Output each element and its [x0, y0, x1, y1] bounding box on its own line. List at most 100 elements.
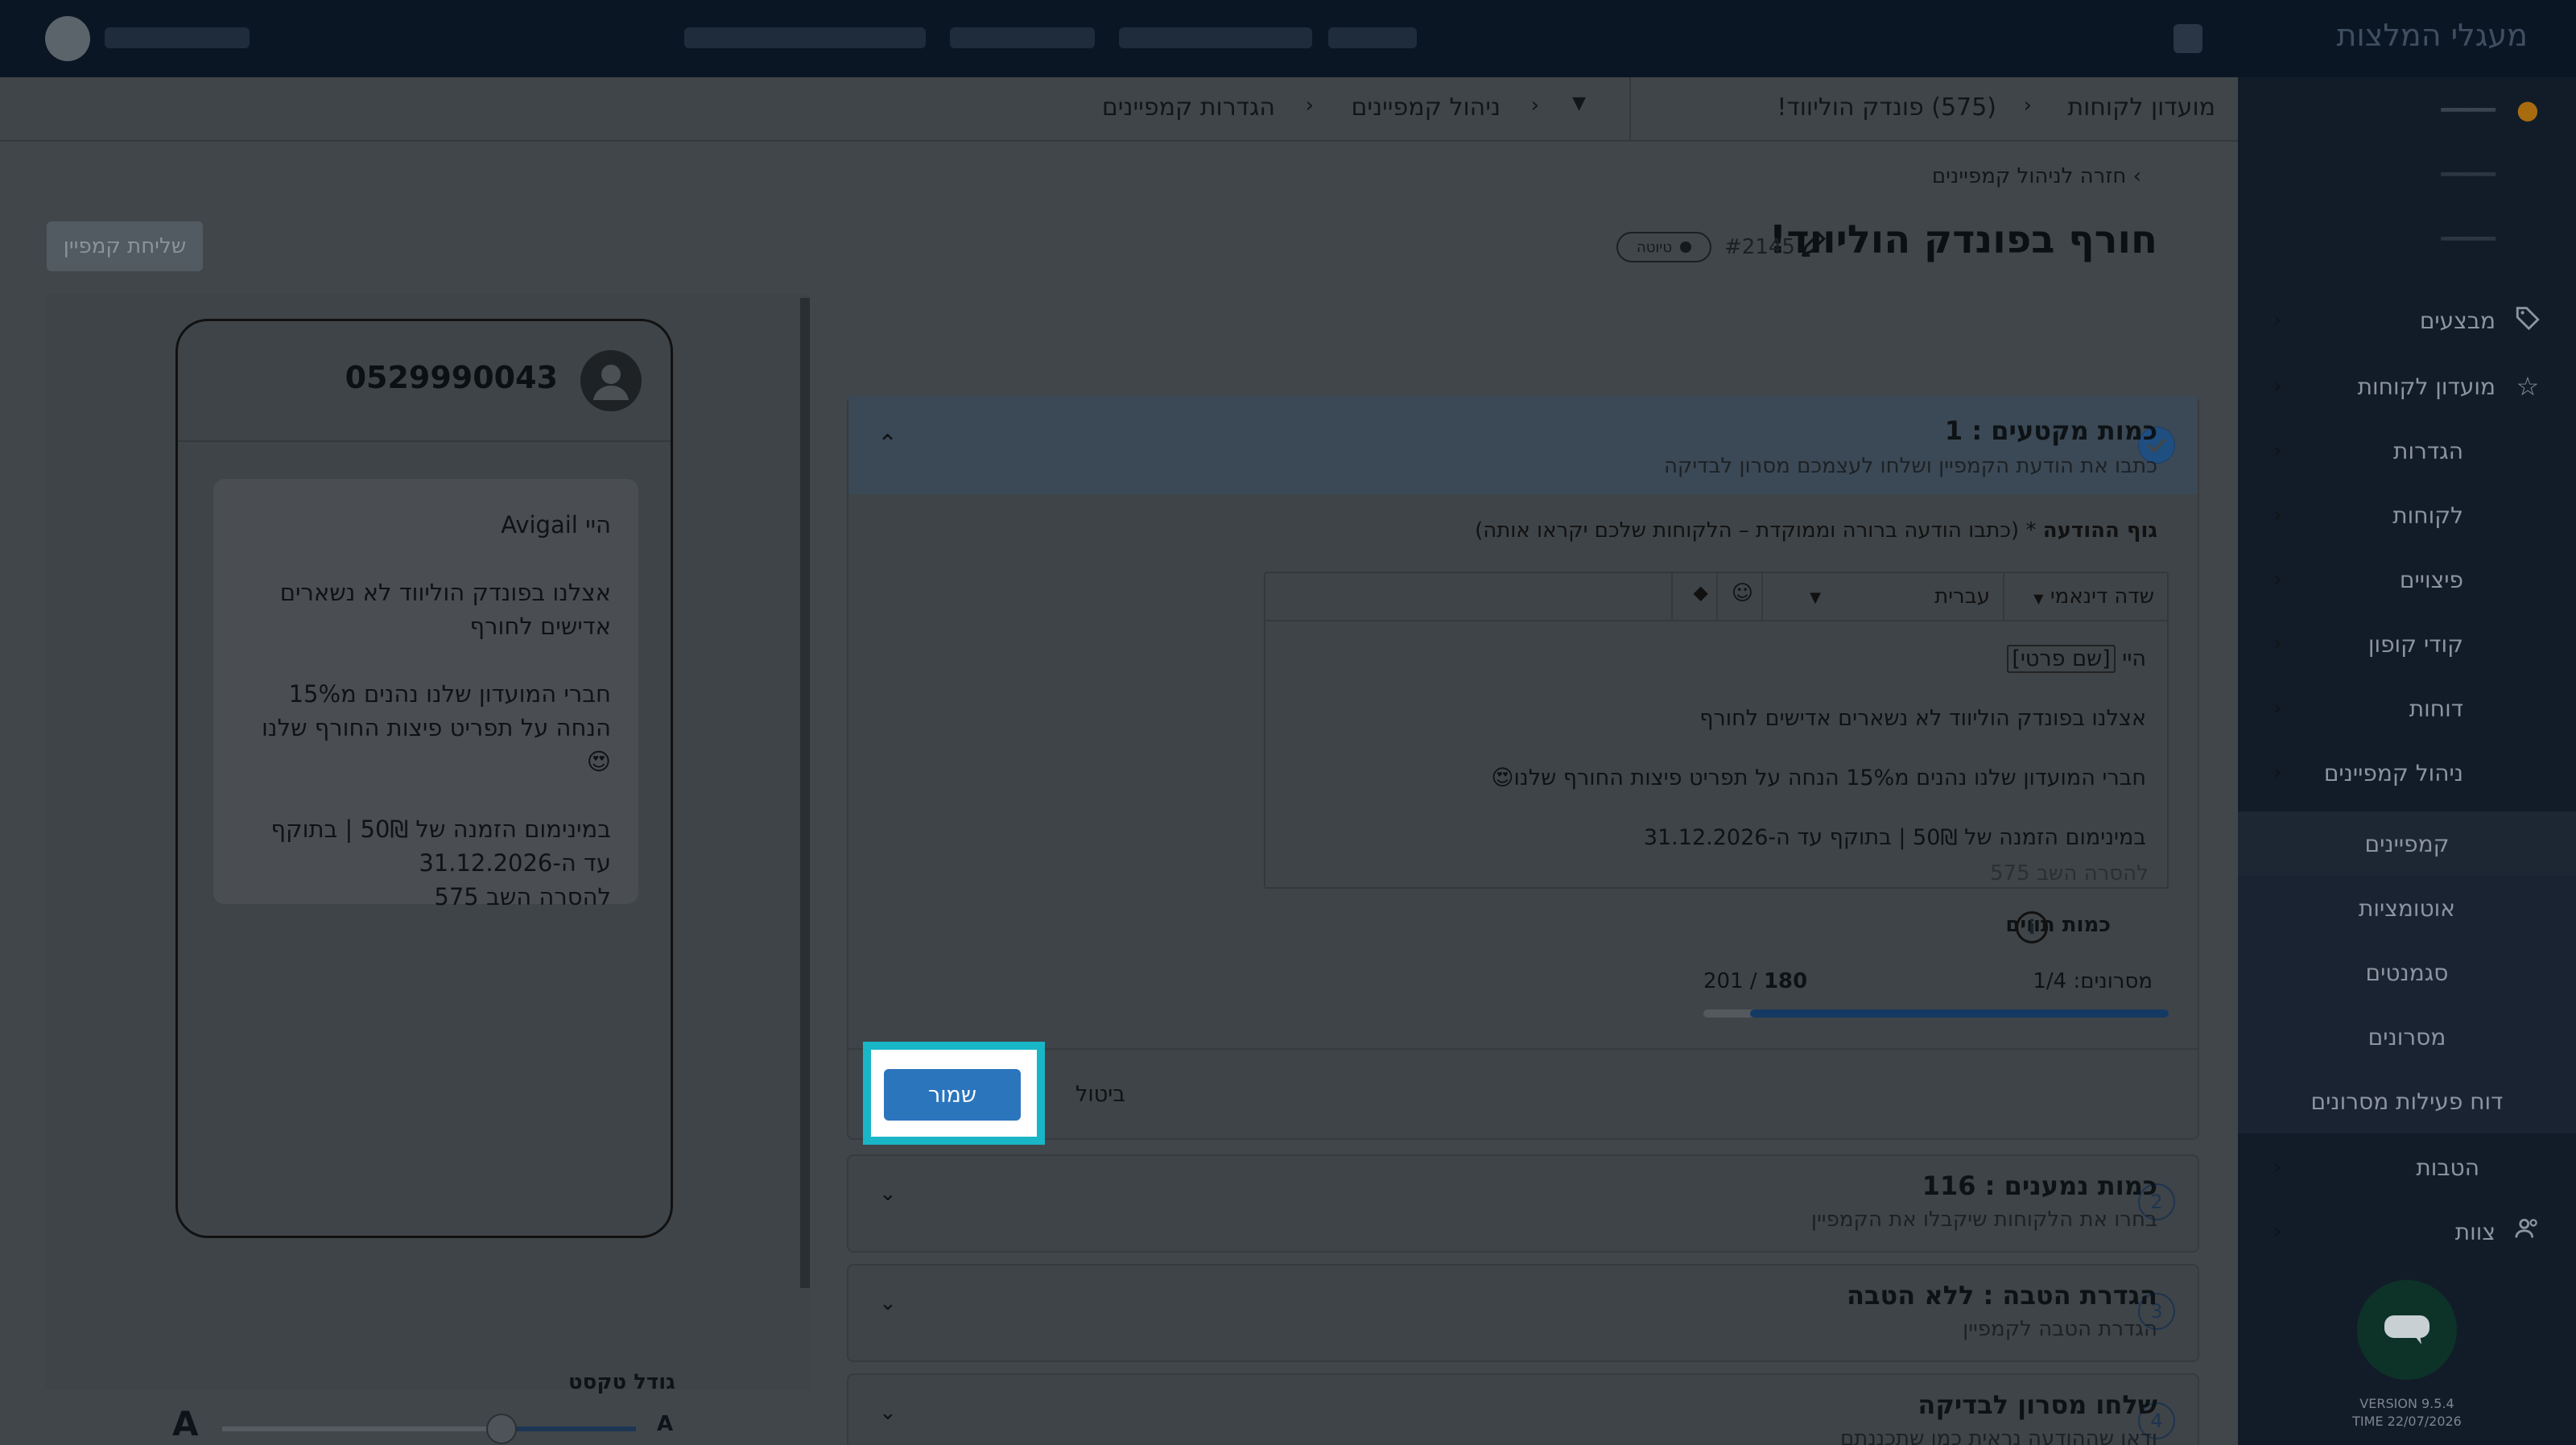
version-label: VERSION 9.5.4 [2359, 1396, 2454, 1411]
info-icon[interactable]: i [2016, 911, 2048, 943]
dynamic-tag[interactable]: [שם פרטי] [2007, 645, 2116, 673]
slider-fill [507, 1426, 636, 1431]
contact-avatar [580, 350, 642, 411]
user-avatar[interactable] [45, 16, 90, 61]
top-nav-blurred [105, 27, 250, 48]
sidebar-item-blurred[interactable]: ━━━━ [2238, 142, 2576, 206]
divider [1761, 573, 1763, 620]
text-size-slider[interactable] [222, 1426, 636, 1431]
chevron-left-icon: ‹ [2273, 439, 2282, 463]
brand-logo: מעגלי המלצות [2336, 18, 2528, 53]
edit-pencil-icon[interactable] [1798, 229, 1829, 262]
language-dropdown[interactable]: עברית [1934, 584, 1990, 609]
sidebar-item-customers[interactable]: לקוחות ‹ [2238, 483, 2576, 547]
phone-number: 0529990043 [345, 360, 558, 395]
send-campaign-button[interactable]: שליחת קמפיין [47, 221, 203, 271]
step-subtitle: בחרו את הלקוחות שיקבלו את הקמפיין [1810, 1208, 2157, 1232]
save-button[interactable]: שמור [884, 1069, 1021, 1121]
breadcrumb-current: הגדרות קמפיינים [1101, 93, 1275, 122]
back-link[interactable]: › חזרה לניהול קמפיינים [1932, 164, 2141, 188]
sidebar-item-reports[interactable]: דוחות ‹ [2238, 676, 2576, 741]
preview-line: במינימום הזמנה של 50₪ | בתוקף עד ה-31.12… [270, 815, 611, 877]
cancel-button[interactable]: ביטול [1075, 1082, 1125, 1107]
top-bar: מעגלי המלצות [0, 0, 2576, 77]
sidebar-item-club[interactable]: ☆ מועדון לקוחות ‹ [2238, 354, 2576, 419]
message-text[interactable]: היי [שם פרטי] אצלנו בפונדק הוליווד לא נש… [1293, 644, 2146, 853]
breadcrumb-root[interactable]: מועדון לקוחות [2067, 93, 2215, 122]
step-card-benefit[interactable] [847, 1264, 2199, 1362]
sidebar-item-promotions[interactable]: מבצעים ‹ [2238, 288, 2576, 353]
search-icon[interactable] [2174, 24, 2202, 53]
sidebar-subitem-automations[interactable]: אוטומציות [2238, 876, 2576, 940]
sidebar-subitem-campaigns[interactable]: קמפיינים [2238, 811, 2576, 876]
chevron-left-icon: ‹ [2023, 93, 2032, 118]
slider-handle[interactable] [486, 1414, 517, 1444]
top-nav-blurred [684, 27, 926, 48]
chevron-left-icon: ‹ [2273, 308, 2282, 332]
sidebar-item-blurred[interactable]: ━━━━ [2238, 206, 2576, 270]
preview-line: להסרה השב 575 [434, 883, 611, 910]
divider [1629, 77, 1631, 142]
char-count: 201 / 180 [1703, 969, 1808, 993]
step-subtitle: הגדרת הטבה לקמפיין [1963, 1317, 2157, 1341]
message-editor[interactable]: שדה דינאמי ▼ עברית ▼ ☺ ◆ היי [שם פרטי] א… [1264, 572, 2169, 889]
sidebar-item-campaign-management[interactable]: ניהול קמפיינים ‹ [2238, 741, 2576, 805]
chevron-left-icon: ‹ [2273, 632, 2282, 656]
star-icon: ☆ [2516, 371, 2540, 402]
message-body-label: גוף ההודעה * (כתבו הודעה ברורה וממוקדת –… [1475, 518, 2157, 543]
step-title: שלחו מסרון לבדיקה [1918, 1389, 2157, 1420]
sidebar-item-blurred[interactable]: ● ━━━━ [2238, 77, 2576, 142]
text-size-label: גודל טקסט [568, 1370, 675, 1394]
chat-icon [2384, 1315, 2429, 1344]
chevron-left-icon: ‹ [2273, 1220, 2282, 1244]
divider [1671, 573, 1673, 620]
chevron-left-icon: ‹ [2273, 696, 2282, 720]
dynamic-field-dropdown[interactable]: שדה דינאמי ▼ [2033, 584, 2154, 609]
status-dot [1680, 242, 1692, 253]
chevron-down-icon[interactable]: ⌄ [879, 1401, 897, 1425]
sidebar-item-settings[interactable]: הגדרות ‹ [2238, 419, 2576, 483]
emoji-icon[interactable]: ☺ [1732, 581, 1753, 605]
preview-line: חברי המועדון שלנו נהנים מ15% הנחה על תפר… [261, 680, 611, 775]
sidebar-item-benefits[interactable]: הטבות ‹ [2238, 1135, 2576, 1199]
chevron-down-icon[interactable]: ⌄ [879, 1291, 897, 1315]
dropdown-caret-icon[interactable]: ▼ [1572, 93, 1586, 114]
step-card-recipients[interactable] [847, 1154, 2199, 1253]
sidebar: ● ━━━━ ━━━━ ━━━━ מבצעים ‹ ☆ מועדון לקוחות… [2238, 77, 2576, 1445]
breadcrumb-business[interactable]: (575) פונדק הוליווד! [1777, 93, 1996, 122]
panel-scrollbar[interactable] [800, 298, 810, 1288]
tag-icon [2512, 303, 2544, 337]
divider [1716, 573, 1718, 620]
sidebar-subitem-segments[interactable]: סגמנטים [2238, 940, 2576, 1005]
message-bubble: היי Avigail אצלנו בפונדק הוליווד לא נשאר… [213, 479, 638, 910]
chat-button[interactable] [2357, 1280, 2457, 1380]
chevron-left-icon: ‹ [2273, 568, 2282, 592]
char-progress-bar [1703, 1009, 2169, 1018]
editor-toolbar: שדה דינאמי ▼ עברית ▼ ☺ ◆ [1265, 573, 2167, 621]
sidebar-item-team[interactable]: צוות ‹ [2238, 1199, 2576, 1264]
sidebar-item-coupons[interactable]: קודי קופון ‹ [2238, 612, 2576, 676]
message-line: במינימום הזמנה של 50₪ | בתוקף עד ה-31.12… [1643, 825, 2146, 850]
unsubscribe-text: להסרה השב 575 [1990, 861, 2149, 886]
chevron-left-icon: ‹ [1305, 93, 1314, 118]
message-line: אצלנו בפונדק הוליווד לא נשארים אדישים לח… [1699, 706, 2146, 731]
coin-icon: ● [2516, 94, 2539, 125]
text-size-small-icon[interactable]: A [657, 1412, 673, 1436]
person-icon [593, 365, 629, 400]
step-title: כמות מקטעים : 1 [1944, 415, 2157, 446]
text-size-large-icon[interactable]: A [172, 1404, 199, 1443]
step-subtitle: כתבו את הודעת הקמפיין ושלחו לעצמכם מסרון… [1663, 454, 2157, 478]
chevron-down-icon[interactable]: ▼ [1810, 589, 1821, 606]
progress-fill [1749, 1009, 2169, 1018]
chevron-left-icon: ‹ [2273, 503, 2282, 527]
sidebar-item-compensations[interactable]: פיצויים ‹ [2238, 547, 2576, 612]
sidebar-subitem-sms[interactable]: מסרונים [2238, 1005, 2576, 1069]
chevron-down-icon: ‹ [2273, 761, 2282, 785]
eraser-icon[interactable]: ◆ [1694, 581, 1708, 604]
time-label: TIME 22/07/2026 [2352, 1414, 2462, 1429]
chevron-up-icon[interactable]: ⌃ [877, 430, 898, 458]
breadcrumb-section[interactable]: ניהול קמפיינים [1351, 93, 1501, 122]
sidebar-subitem-sms-report[interactable]: דוח פעילות מסרונים [2238, 1069, 2576, 1133]
chevron-down-icon[interactable]: ⌄ [879, 1182, 897, 1206]
top-nav-blurred [1119, 27, 1312, 48]
